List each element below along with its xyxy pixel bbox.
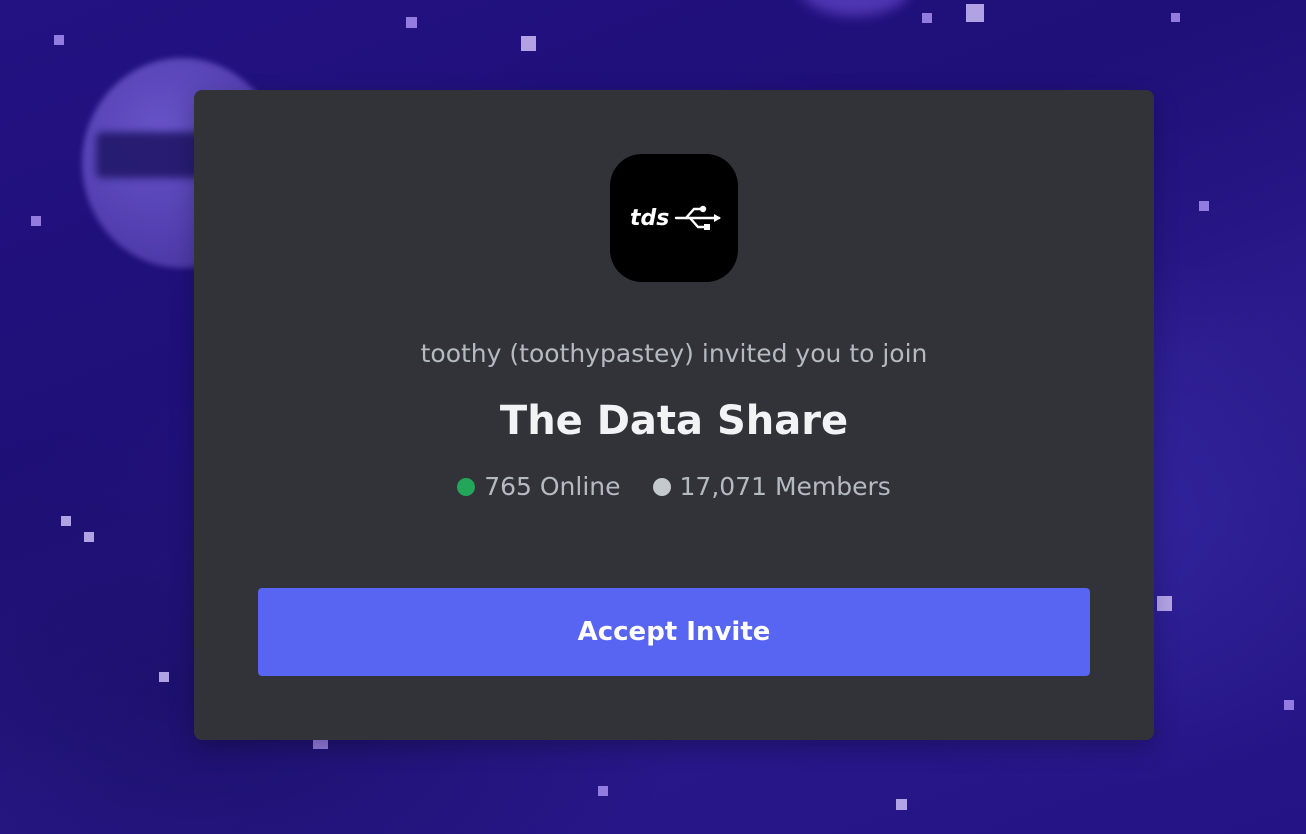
usb-icon — [674, 207, 721, 229]
online-count: 765 Online — [457, 470, 621, 504]
star — [31, 216, 41, 226]
member-status-dot — [652, 478, 671, 496]
online-status-dot — [457, 478, 476, 496]
inviter-text: toothy (toothypastey) invited you to joi… — [420, 339, 928, 368]
star — [406, 17, 417, 28]
accept-invite-button[interactable]: Accept Invite — [258, 588, 1090, 676]
star — [1199, 201, 1209, 211]
star — [1284, 700, 1294, 710]
star — [598, 786, 608, 796]
server-logo: tds — [630, 205, 721, 231]
invite-card: tds toothy (toothypastey) invited you to… — [194, 90, 1154, 740]
star — [922, 13, 932, 23]
star — [84, 532, 94, 542]
member-count-label: 17,071 Members — [679, 472, 891, 501]
online-count-label: 765 Online — [484, 472, 621, 501]
star — [54, 35, 64, 45]
star — [896, 799, 907, 810]
member-count: 17,071 Members — [652, 470, 891, 504]
server-icon: tds — [610, 154, 738, 282]
server-name: The Data Share — [499, 398, 849, 444]
server-stats: 765 Online 17,071 Members — [194, 470, 1154, 504]
planet-decoration-top — [800, 0, 910, 16]
star — [521, 36, 536, 51]
star — [61, 516, 71, 526]
star — [1171, 13, 1180, 22]
star — [159, 672, 169, 682]
star — [966, 4, 984, 22]
star — [1157, 596, 1172, 611]
server-logo-text: tds — [630, 206, 669, 231]
